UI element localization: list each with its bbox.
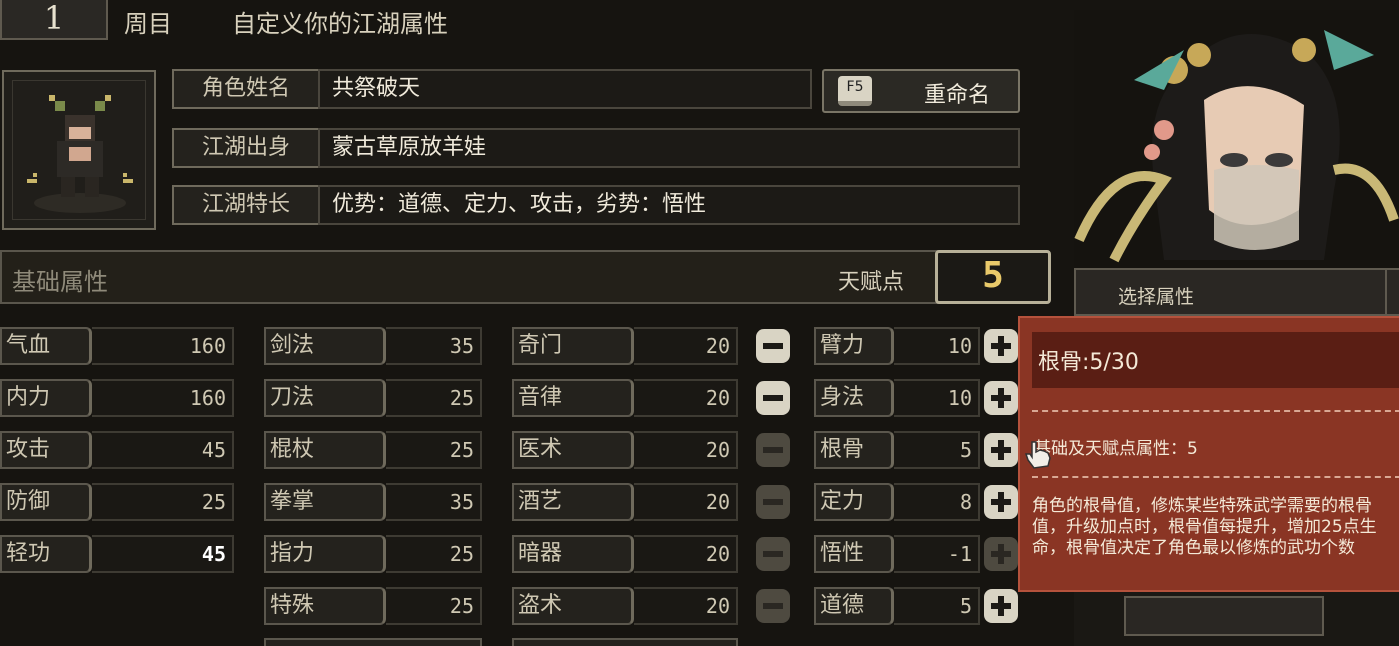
stat-label: 定力 — [814, 483, 894, 521]
stat-value: -1 — [894, 535, 980, 573]
stat-label: 气血 — [0, 327, 92, 365]
cycle-label: 周目 — [124, 10, 172, 38]
minus-button[interactable] — [756, 433, 790, 467]
portrait-image — [1074, 10, 1399, 270]
page-title: 自定义你的江湖属性 — [232, 10, 448, 38]
stat-row-partial — [264, 638, 482, 646]
base-attributes-bar: 基础属性 天赋点 — [0, 250, 1025, 304]
tooltip-description: 角色的根骨值，修炼某些特殊武学需要的根骨值，升级加点时，根骨值每提升，增加25点… — [1032, 496, 1377, 558]
f5-key-icon: F5 — [838, 76, 872, 106]
stat-label: 酒艺 — [512, 483, 634, 521]
stat-label: 根骨 — [814, 431, 894, 469]
stat-value: 45 — [92, 431, 234, 469]
minus-button[interactable] — [756, 537, 790, 571]
plus-button[interactable] — [984, 589, 1018, 623]
tooltip-title: 根骨:5/30 — [1038, 350, 1139, 375]
avatar-frame — [12, 80, 146, 220]
stat-value: 35 — [386, 483, 482, 521]
pixel-character-icon — [27, 95, 133, 213]
stat-row-partial — [512, 638, 738, 646]
name-field[interactable]: 共祭破天 — [318, 69, 812, 109]
stat-value: 20 — [634, 379, 738, 417]
character-avatar — [2, 70, 156, 230]
trait-label: 江湖特长 — [172, 185, 320, 225]
plus-button[interactable] — [984, 381, 1018, 415]
plus-button[interactable] — [984, 329, 1018, 363]
stat-label: 奇门 — [512, 327, 634, 365]
stat-label: 特殊 — [264, 587, 386, 625]
stat-label: 暗器 — [512, 535, 634, 573]
stat-value: 25 — [386, 379, 482, 417]
stat-value: 8 — [894, 483, 980, 521]
select-attribute-bar[interactable]: 选择属性 — [1074, 268, 1389, 316]
stat-value: 160 — [92, 327, 234, 365]
stat-label: 剑法 — [264, 327, 386, 365]
minus-button[interactable] — [756, 589, 790, 623]
stat-value: 10 — [894, 327, 980, 365]
stat-value: 35 — [386, 327, 482, 365]
stat-label: 指力 — [264, 535, 386, 573]
talent-points-value: 5 — [935, 250, 1051, 304]
stat-value: 25 — [386, 587, 482, 625]
stat-value: 20 — [634, 327, 738, 365]
tooltip-base-line: 基础及天赋点属性：5 — [1034, 439, 1198, 459]
stat-label: 轻功 — [0, 535, 92, 573]
stat-value: 45 — [92, 535, 234, 573]
stat-label: 音律 — [512, 379, 634, 417]
stat-label: 臂力 — [814, 327, 894, 365]
stat-value: 20 — [634, 431, 738, 469]
stat-value: 20 — [634, 483, 738, 521]
stat-label: 拳掌 — [264, 483, 386, 521]
stat-label: 攻击 — [0, 431, 92, 469]
stat-label: 内力 — [0, 379, 92, 417]
tooltip-divider — [1032, 410, 1399, 412]
stat-value: 25 — [92, 483, 234, 521]
hand-cursor-icon — [1024, 441, 1051, 469]
stat-label: 刀法 — [264, 379, 386, 417]
select-attribute-bar-edge — [1385, 268, 1399, 316]
portrait-badge — [1124, 596, 1324, 636]
stat-label: 道德 — [814, 587, 894, 625]
stat-label: 身法 — [814, 379, 894, 417]
trait-value: 优势：道德、定力、攻击，劣势：悟性 — [318, 185, 1020, 225]
stat-label: 棍杖 — [264, 431, 386, 469]
stat-value: 20 — [634, 535, 738, 573]
stat-value: 20 — [634, 587, 738, 625]
rename-button[interactable]: F5 重命名 — [822, 69, 1020, 113]
stat-label: 盗术 — [512, 587, 634, 625]
base-attributes-title: 基础属性 — [12, 268, 108, 296]
rename-label: 重命名 — [924, 83, 991, 108]
stat-value: 160 — [92, 379, 234, 417]
tooltip-divider — [1032, 476, 1399, 478]
plus-button[interactable] — [984, 537, 1018, 571]
select-attribute-label: 选择属性 — [1118, 286, 1195, 308]
stat-value: 5 — [894, 587, 980, 625]
name-label: 角色姓名 — [172, 69, 320, 109]
attribute-tooltip: 根骨:5/30 基础及天赋点属性：5 角色的根骨值，修炼某些特殊武学需要的根骨值… — [1018, 316, 1399, 592]
talent-points-label: 天赋点 — [838, 270, 905, 295]
stat-value: 5 — [894, 431, 980, 469]
origin-value: 蒙古草原放羊娃 — [318, 128, 1020, 168]
cycle-number: 1 — [0, 0, 108, 40]
plus-button[interactable] — [984, 433, 1018, 467]
stat-label: 悟性 — [814, 535, 894, 573]
minus-button[interactable] — [756, 381, 790, 415]
stat-label: 防御 — [0, 483, 92, 521]
plus-button[interactable] — [984, 485, 1018, 519]
tooltip-header: 根骨:5/30 — [1032, 332, 1399, 388]
minus-button[interactable] — [756, 329, 790, 363]
minus-button[interactable] — [756, 485, 790, 519]
stat-value: 25 — [386, 535, 482, 573]
origin-label: 江湖出身 — [172, 128, 320, 168]
stat-value: 25 — [386, 431, 482, 469]
stat-value: 10 — [894, 379, 980, 417]
stat-label: 医术 — [512, 431, 634, 469]
